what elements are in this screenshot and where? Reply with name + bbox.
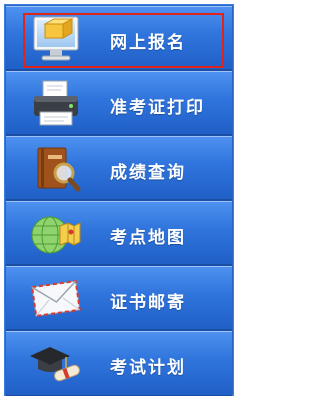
menu-item-online-registration[interactable]: 网上报名: [6, 6, 232, 71]
menu-item-certificate-mailing[interactable]: 证书邮寄: [6, 266, 232, 331]
menu-item-label: 网上报名: [110, 33, 186, 53]
menu-item-label: 成绩查询: [110, 163, 186, 183]
envelope-icon: [28, 273, 84, 325]
menu-item-label: 准考证打印: [110, 98, 205, 118]
printer-icon: [28, 78, 84, 130]
menu-item-label: 考点地图: [110, 228, 186, 248]
graduation-cap-icon: [28, 338, 84, 390]
monitor-icon: [28, 13, 84, 65]
globe-map-icon: [28, 208, 84, 260]
menu-item-exam-site-map[interactable]: 考点地图: [6, 201, 232, 266]
menu-item-label: 考试计划: [110, 358, 186, 378]
menu-item-score-query[interactable]: 成绩查询: [6, 136, 232, 201]
menu-item-admission-ticket-print[interactable]: 准考证打印: [6, 71, 232, 136]
menu-item-label: 证书邮寄: [110, 293, 186, 313]
exam-menu: 网上报名 准考证打印 成绩查询 考点地图 证书邮寄 考试计划: [4, 4, 234, 396]
book-magnifier-icon: [28, 143, 84, 195]
menu-item-exam-schedule[interactable]: 考试计划: [6, 331, 232, 396]
